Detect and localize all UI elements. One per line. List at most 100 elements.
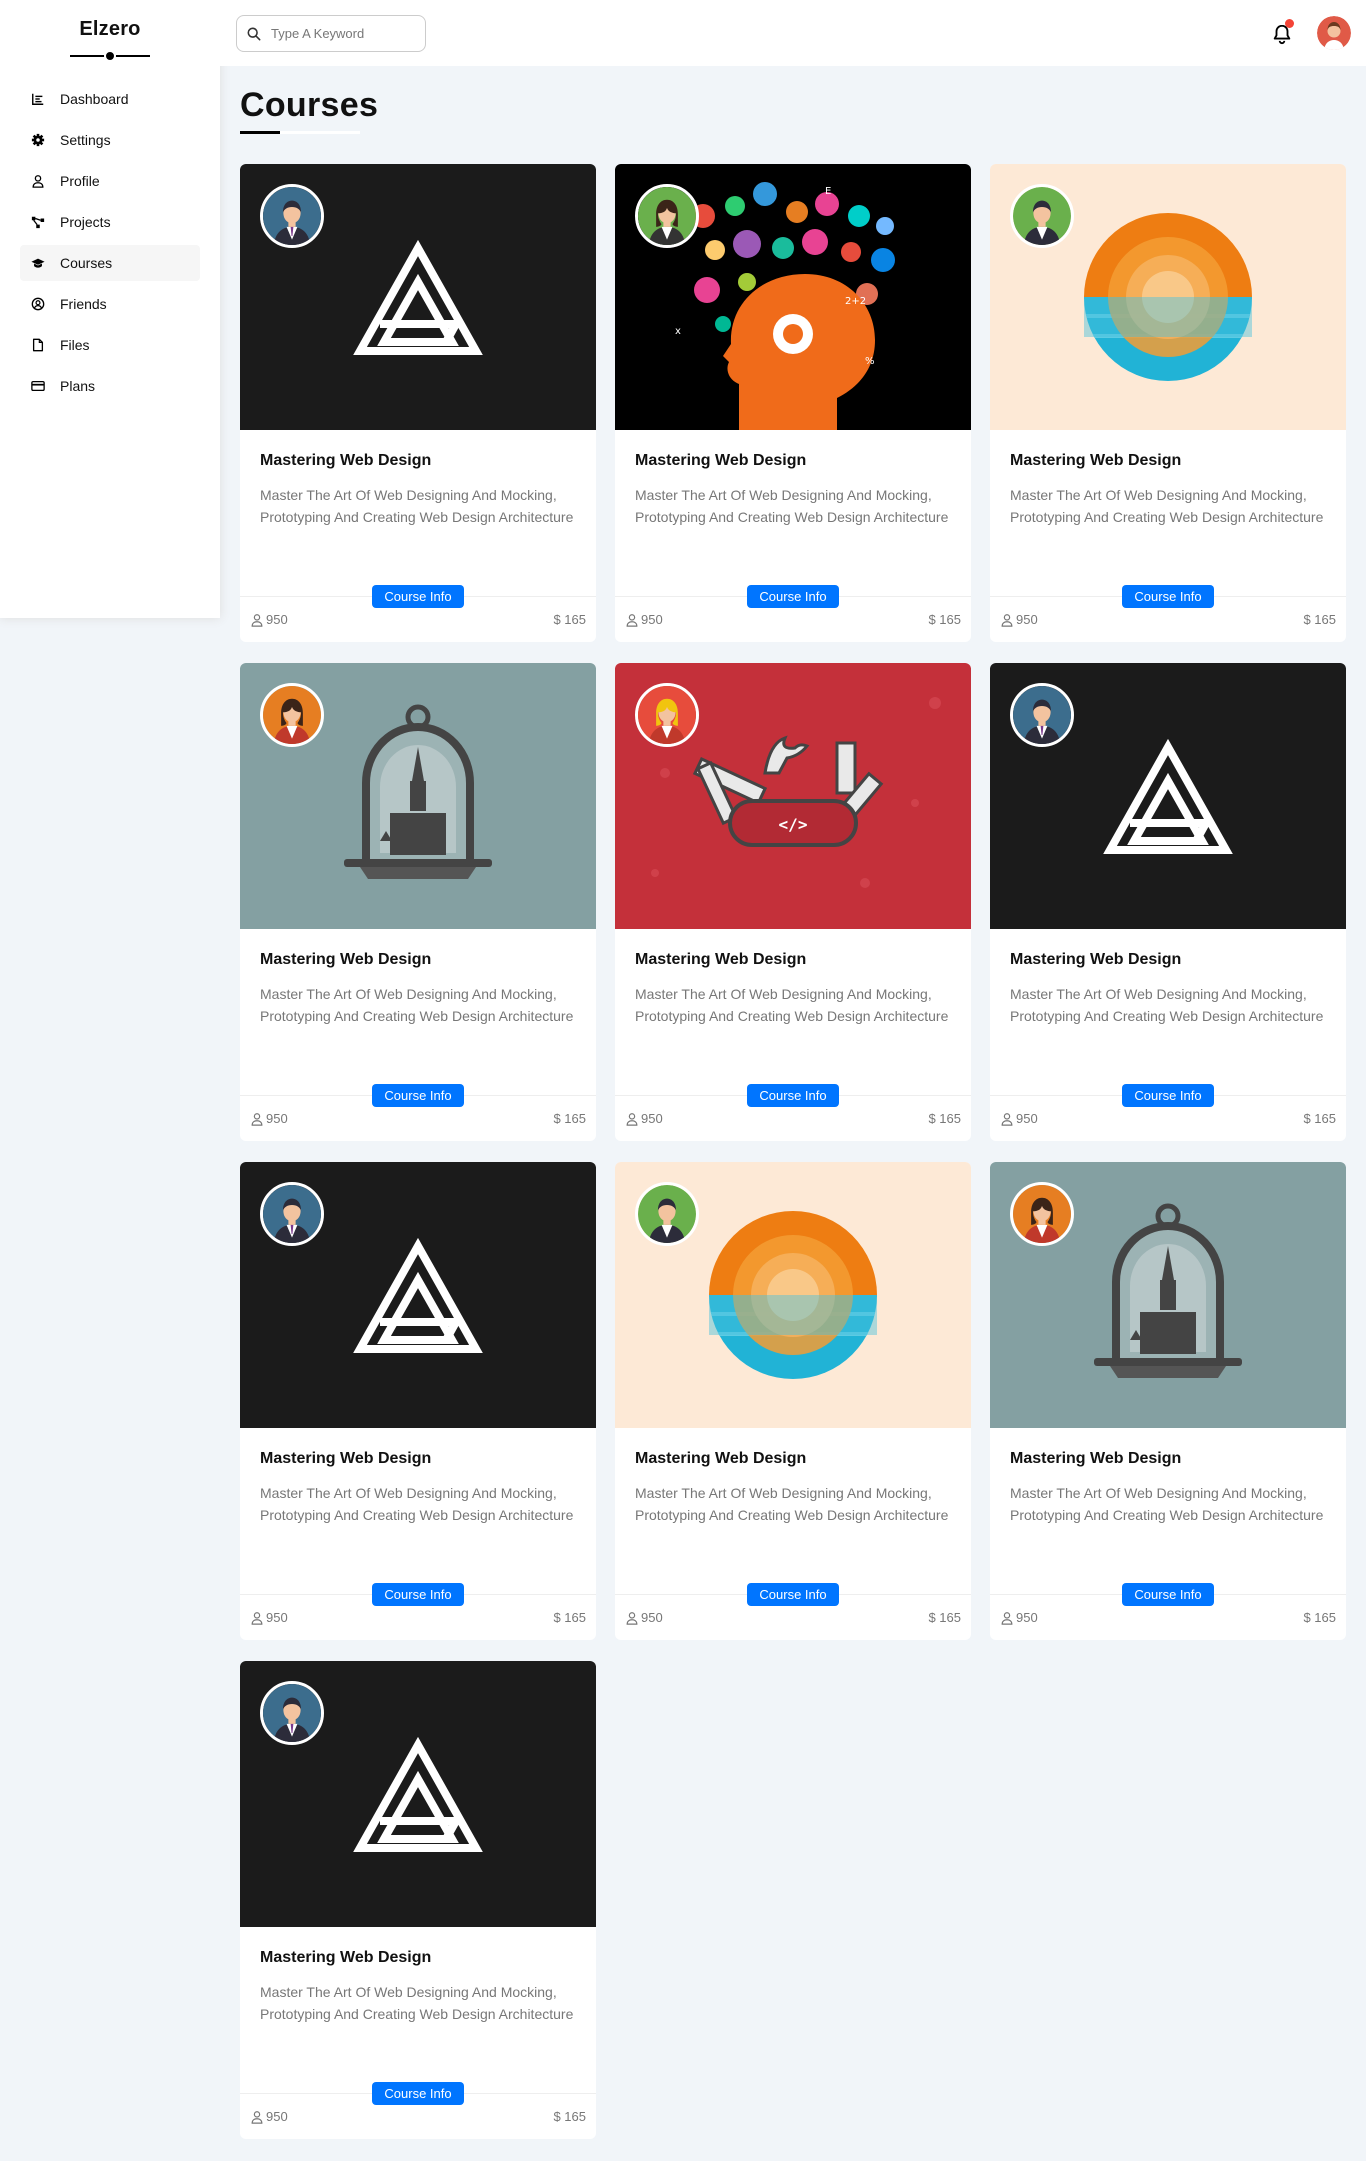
course-image <box>990 1162 1346 1428</box>
students-value: 950 <box>641 612 663 627</box>
user-icon <box>1001 1112 1013 1126</box>
title-underline <box>240 131 360 134</box>
course-title: Mastering Web Design <box>1010 452 1182 469</box>
sidebar-item-plans[interactable]: Plans <box>20 368 200 404</box>
course-price: $ 165 <box>928 1610 961 1625</box>
students-value: 950 <box>1016 1111 1038 1126</box>
credit-card-icon <box>30 378 46 394</box>
course-description: Master The Art Of Web Designing And Mock… <box>260 1984 574 2022</box>
students-count: 950 <box>625 612 663 627</box>
students-value: 950 <box>266 612 288 627</box>
course-title: Mastering Web Design <box>260 1949 432 1966</box>
user-avatar[interactable] <box>1317 16 1351 50</box>
courses-grid: Mastering Web Design Master The Art Of W… <box>240 164 1347 2139</box>
notification-badge <box>1285 19 1294 28</box>
course-info-button[interactable]: Course Info <box>372 2082 464 2105</box>
sidebar-item-label: Profile <box>60 173 100 189</box>
course-price: $ 165 <box>553 612 586 627</box>
course-image <box>990 164 1346 430</box>
course-info-button[interactable]: Course Info <box>747 1084 839 1107</box>
course-info-button[interactable]: Course Info <box>1122 585 1214 608</box>
graduation-cap-icon <box>30 255 46 271</box>
course-card: Mastering Web Design Master The Art Of W… <box>240 663 596 1141</box>
course-card: Mastering Web Design Master The Art Of W… <box>240 1162 596 1640</box>
sidebar-item-profile[interactable]: Profile <box>20 163 200 199</box>
course-price: $ 165 <box>1303 612 1336 627</box>
course-description: Master The Art Of Web Designing And Mock… <box>635 487 949 525</box>
course-description: Master The Art Of Web Designing And Mock… <box>260 487 574 525</box>
course-info-button[interactable]: Course Info <box>1122 1583 1214 1606</box>
course-image: </> <box>615 663 971 929</box>
course-title: Mastering Web Design <box>260 452 432 469</box>
search-icon <box>247 27 261 40</box>
sidebar-item-label: Projects <box>60 214 111 230</box>
user-icon <box>626 1112 638 1126</box>
user-icon <box>1001 613 1013 627</box>
user-icon <box>30 173 46 189</box>
students-value: 950 <box>266 1610 288 1625</box>
students-count: 950 <box>1000 1610 1038 1625</box>
search-box[interactable] <box>236 15 426 52</box>
brand-underline <box>70 49 150 63</box>
course-price: $ 165 <box>553 2109 586 2124</box>
sidebar-item-courses[interactable]: Courses <box>20 245 200 281</box>
diagram-icon <box>30 214 46 230</box>
sidebar-item-friends[interactable]: Friends <box>20 286 200 322</box>
user-icon <box>251 613 263 627</box>
instructor-avatar <box>1010 1182 1074 1246</box>
students-value: 950 <box>641 1610 663 1625</box>
students-value: 950 <box>266 2109 288 2124</box>
course-info-button[interactable]: Course Info <box>1122 1084 1214 1107</box>
instructor-avatar <box>260 1182 324 1246</box>
students-value: 950 <box>641 1111 663 1126</box>
course-price: $ 165 <box>553 1610 586 1625</box>
course-description: Master The Art Of Web Designing And Mock… <box>635 1485 949 1523</box>
notifications-button[interactable] <box>1269 19 1295 46</box>
sidebar-item-projects[interactable]: Projects <box>20 204 200 240</box>
course-title: Mastering Web Design <box>260 951 432 968</box>
course-info-button[interactable]: Course Info <box>372 1583 464 1606</box>
course-title: Mastering Web Design <box>635 452 807 469</box>
course-card: Mastering Web Design Master The Art Of W… <box>240 164 596 642</box>
students-count: 950 <box>625 1111 663 1126</box>
students-count: 950 <box>250 2109 288 2124</box>
sidebar-nav: Dashboard Settings Profile Projects Cour… <box>0 81 220 404</box>
instructor-avatar <box>635 1182 699 1246</box>
user-circle-icon <box>30 296 46 312</box>
course-price: $ 165 <box>928 1111 961 1126</box>
sidebar-item-settings[interactable]: Settings <box>20 122 200 158</box>
students-value: 950 <box>1016 1610 1038 1625</box>
brand-name: Elzero <box>79 18 141 40</box>
page-title: Courses <box>240 86 379 124</box>
instructor-avatar <box>635 683 699 747</box>
course-image <box>615 1162 971 1428</box>
course-title: Mastering Web Design <box>1010 1450 1182 1467</box>
course-title: Mastering Web Design <box>635 1450 807 1467</box>
course-info-button[interactable]: Course Info <box>747 1583 839 1606</box>
course-image <box>240 164 596 430</box>
course-info-button[interactable]: Course Info <box>372 585 464 608</box>
instructor-avatar <box>260 1681 324 1745</box>
instructor-avatar <box>635 184 699 248</box>
course-card: Mastering Web Design Master The Art Of W… <box>990 1162 1346 1640</box>
sidebar-item-dashboard[interactable]: Dashboard <box>20 81 200 117</box>
course-card: Mastering Web Design Master The Art Of W… <box>615 1162 971 1640</box>
svg-text:2+2: 2+2 <box>845 296 866 307</box>
course-description: Master The Art Of Web Designing And Mock… <box>260 1485 574 1523</box>
students-count: 950 <box>250 1111 288 1126</box>
sidebar-item-label: Files <box>60 337 90 353</box>
course-description: Master The Art Of Web Designing And Mock… <box>1010 487 1324 525</box>
sidebar-item-label: Settings <box>60 132 111 148</box>
sidebar-item-files[interactable]: Files <box>20 327 200 363</box>
course-title: Mastering Web Design <box>260 1450 432 1467</box>
course-price: $ 165 <box>1303 1610 1336 1625</box>
course-info-button[interactable]: Course Info <box>747 585 839 608</box>
course-description: Master The Art Of Web Designing And Mock… <box>260 986 574 1024</box>
students-value: 950 <box>266 1111 288 1126</box>
course-info-button[interactable]: Course Info <box>372 1084 464 1107</box>
search-input[interactable] <box>271 26 411 41</box>
user-icon <box>1001 1611 1013 1625</box>
svg-text:</>: </> <box>779 815 808 834</box>
course-image <box>990 663 1346 929</box>
sidebar-item-label: Friends <box>60 296 107 312</box>
